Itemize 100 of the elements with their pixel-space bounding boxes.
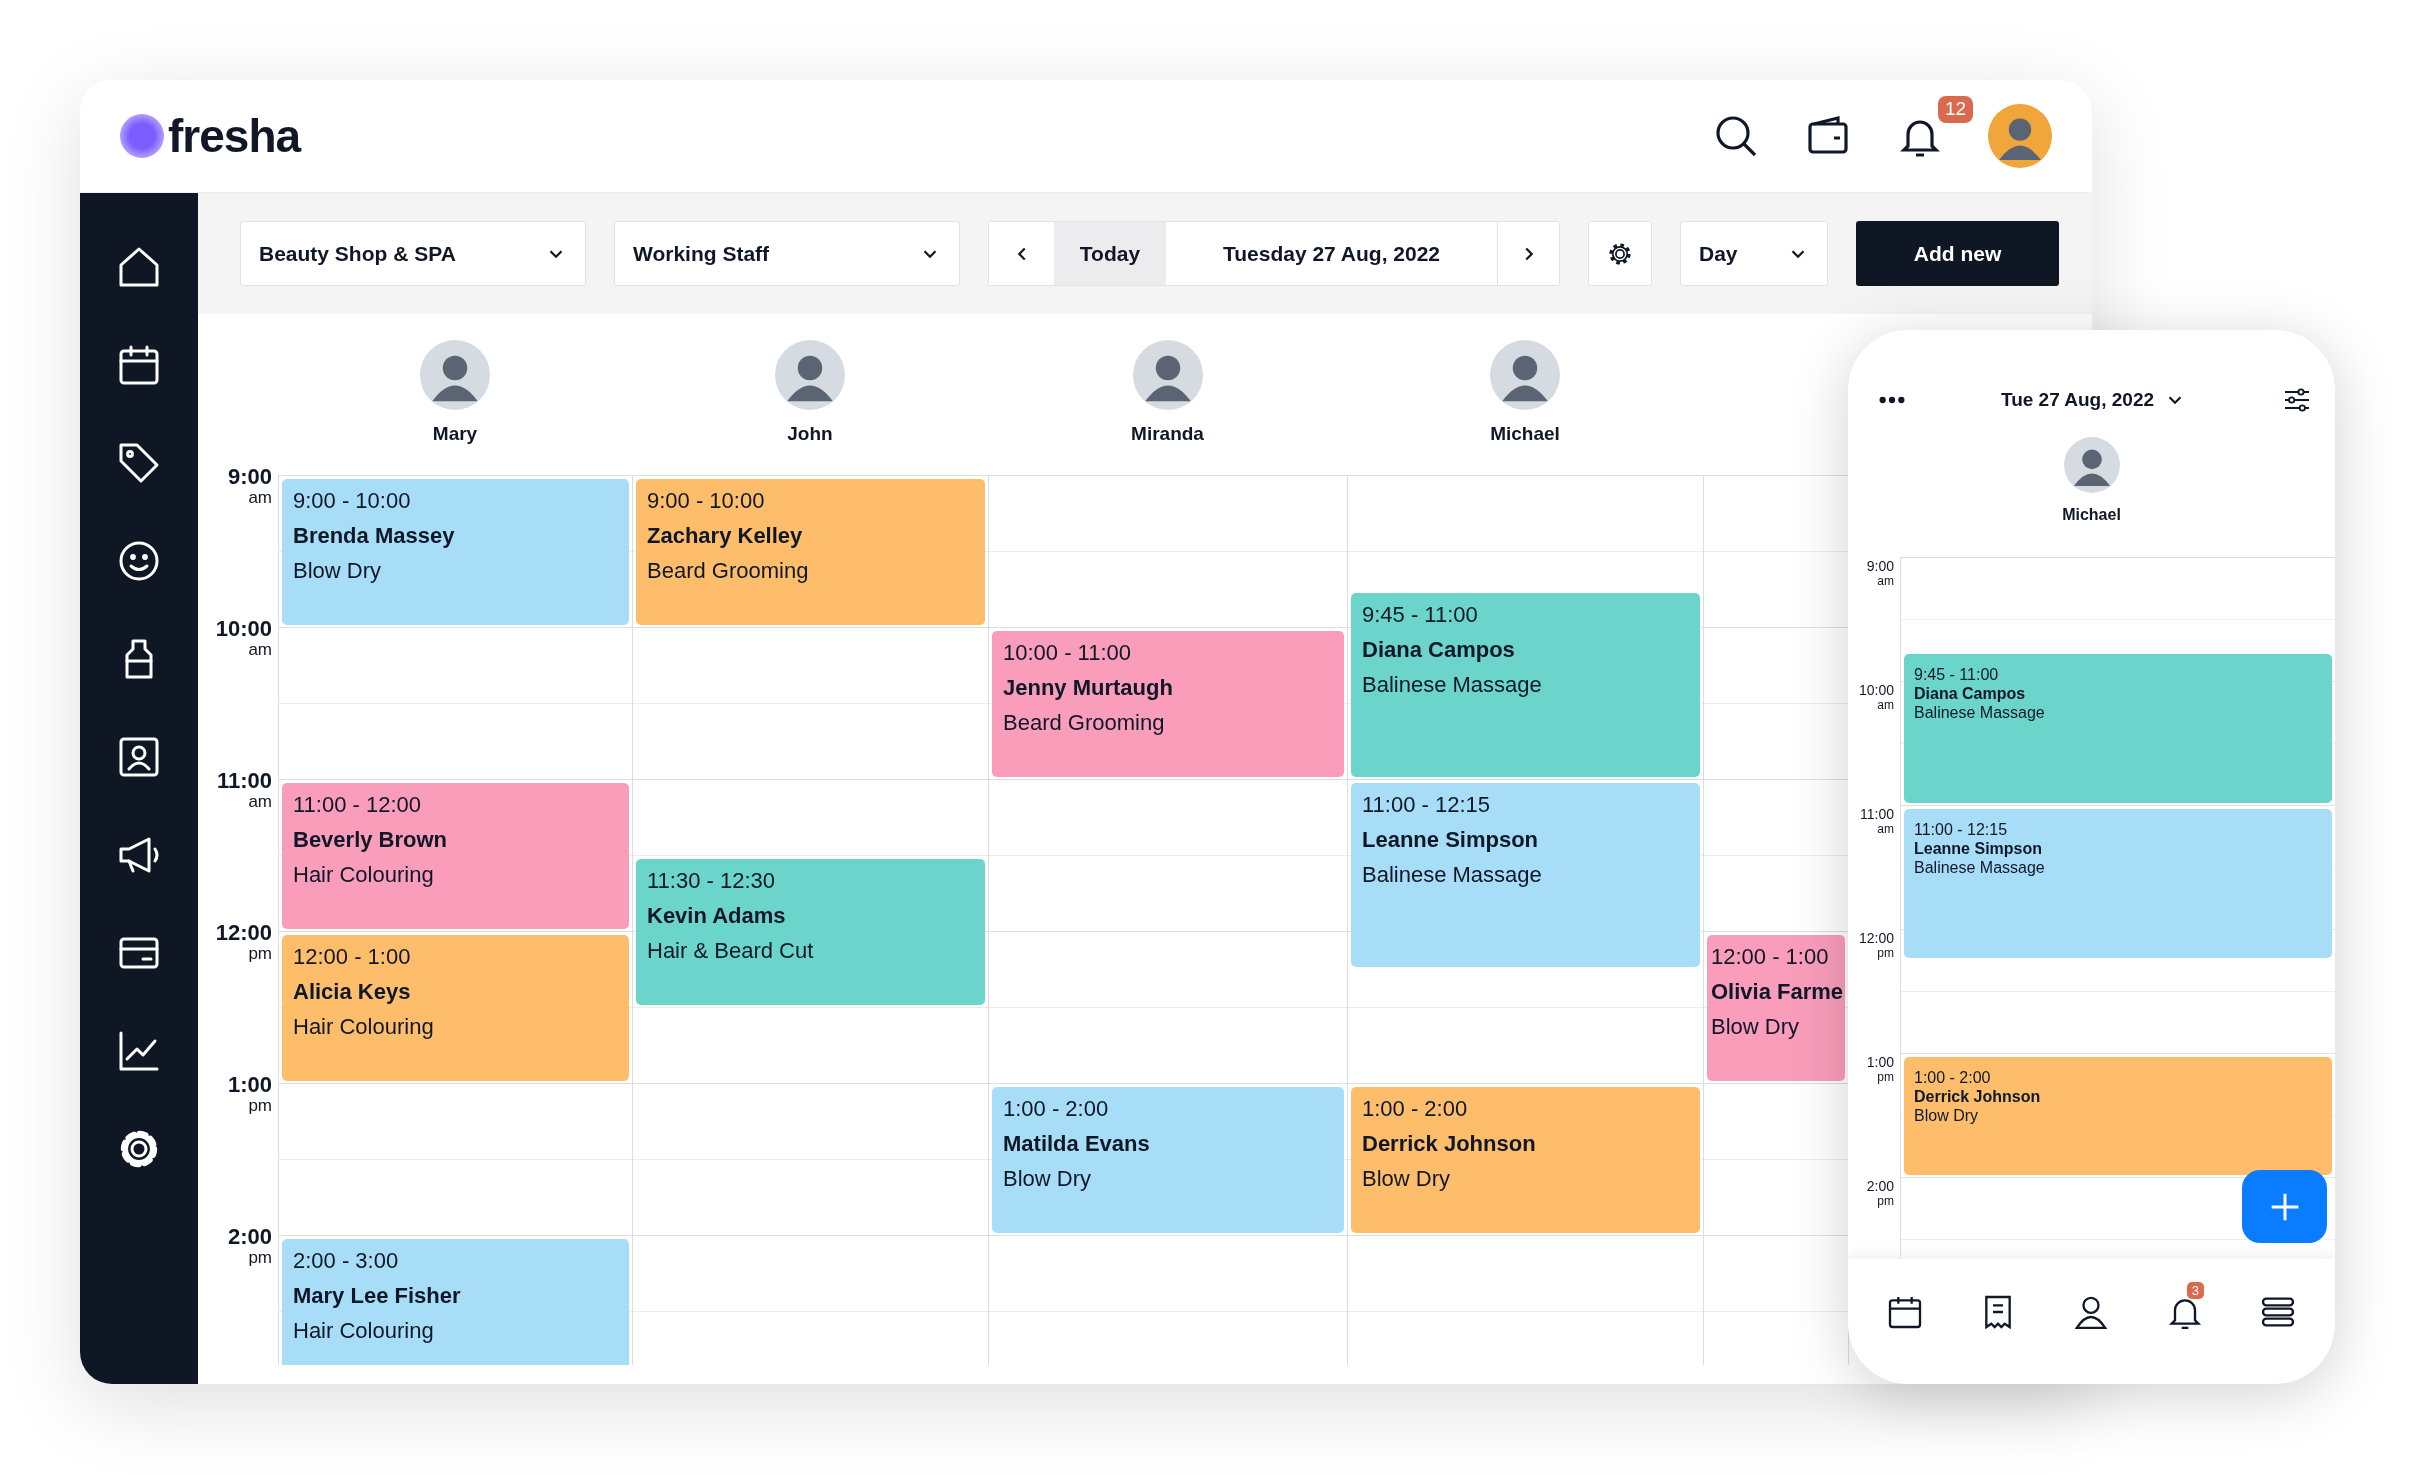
appointment-time: 12:00 - 1:00 xyxy=(293,945,412,968)
appointment-time: 9:00 - 10:00 xyxy=(647,489,766,512)
client-name: Brenda Massey xyxy=(293,524,456,547)
appointment-card[interactable]: 1:00 - 2:00 Derrick Johnson Blow Dry xyxy=(1351,1087,1700,1233)
service-name: Blow Dry xyxy=(1914,1107,1979,1124)
view-dropdown[interactable]: Day xyxy=(1680,221,1828,286)
service-name: Blow Dry xyxy=(1362,1167,1451,1190)
period-label: am xyxy=(248,641,272,658)
user-avatar[interactable] xyxy=(1988,104,2052,168)
client-name: Jenny Murtaugh xyxy=(1003,676,1174,699)
period-label: am xyxy=(1877,575,1894,587)
service-name: Blow Dry xyxy=(293,559,382,582)
staff-avatar xyxy=(1132,340,1203,410)
appointment-card[interactable]: 11:00 - 12:15 Leanne Simpson Balinese Massage xyxy=(1904,809,2332,958)
appointment-time: 1:00 - 2:00 xyxy=(1914,1069,1992,1086)
appointment-card[interactable]: 12:00 - 1:00 Olivia Farme Blow Dry xyxy=(1707,935,1845,1081)
service-name: Hair Colouring xyxy=(293,1015,435,1038)
appointment-time: 9:00 - 10:00 xyxy=(293,489,412,512)
client-name: Leanne Simpson xyxy=(1362,828,1540,851)
appointment-card[interactable]: 10:00 - 11:00 Jenny Murtaugh Beard Grooming xyxy=(992,631,1344,777)
service-name: Hair & Beard Cut xyxy=(647,939,815,962)
location-dropdown[interactable]: Beauty Shop & SPA xyxy=(240,221,586,286)
appointment-time: 9:45 - 11:00 xyxy=(1914,666,2000,683)
client-name: Matilda Evans xyxy=(1003,1132,1151,1155)
client-name: Diana Campos xyxy=(1362,638,1516,661)
appointment-card[interactable]: 9:45 - 11:00 Diana Campos Balinese Massage xyxy=(1904,654,2332,803)
staff-name: John xyxy=(787,422,833,446)
service-name: Balinese Massage xyxy=(1914,704,2046,721)
client-name: Leanne Simpson xyxy=(1914,840,2044,857)
staff-avatar xyxy=(2063,437,2120,493)
appointment-time: 9:45 - 11:00 xyxy=(1362,603,1479,626)
period-label: am xyxy=(1877,823,1894,835)
appointment-time: 11:00 - 12:00 xyxy=(293,793,423,816)
staff-avatar xyxy=(420,340,490,410)
notification-badge: 12 xyxy=(1938,96,1974,123)
appointment-card[interactable]: 9:00 - 10:00 Brenda Massey Blow Dry xyxy=(282,479,629,625)
appointment-time: 11:30 - 12:30 xyxy=(647,869,777,892)
appointment-card[interactable]: 1:00 - 2:00 Derrick Johnson Blow Dry xyxy=(1904,1057,2332,1175)
appointment-card[interactable]: 11:00 - 12:15 Leanne Simpson Balinese Massage xyxy=(1351,783,1700,967)
logo-icon xyxy=(120,114,164,158)
add-new-button[interactable]: Add new xyxy=(1856,221,2059,286)
service-name: Balinese Massage xyxy=(1362,673,1543,696)
appointment-card[interactable]: 9:00 - 10:00 Zachary Kelley Beard Grooming xyxy=(636,479,985,625)
period-label: am xyxy=(1877,699,1894,711)
hour-label: 1:00 xyxy=(227,1074,272,1096)
settings-button[interactable] xyxy=(1588,221,1652,286)
service-name: Balinese Massage xyxy=(1362,863,1543,886)
period-label: pm xyxy=(248,945,272,962)
client-name: Mary Lee Fisher xyxy=(293,1284,462,1307)
client-name: Olivia Farme xyxy=(1711,980,1841,1003)
client-name: Alicia Keys xyxy=(293,980,412,1003)
client-name: Beverly Brown xyxy=(293,828,449,851)
period-label: am xyxy=(248,489,272,506)
staff-name: Miranda xyxy=(1131,422,1204,446)
period-label: pm xyxy=(1877,1195,1894,1207)
logo-text: fresha xyxy=(168,108,301,164)
period-label: pm xyxy=(248,1097,272,1114)
hour-label: 12:00 xyxy=(215,922,272,944)
client-name: Kevin Adams xyxy=(647,904,787,927)
staff-avatar xyxy=(1490,340,1560,410)
hour-label: 11:00 xyxy=(1860,807,1894,821)
hour-label: 1:00 xyxy=(1866,1055,1894,1069)
add-button[interactable] xyxy=(2242,1170,2327,1243)
appointment-time: 1:00 - 2:00 xyxy=(1003,1097,1110,1120)
appointment-card[interactable]: 11:30 - 12:30 Kevin Adams Hair & Beard Cut xyxy=(636,859,985,1005)
appointment-card[interactable]: 12:00 - 1:00 Alicia Keys Hair Colouring xyxy=(282,935,629,1081)
hour-label: 10:00 xyxy=(1858,683,1894,697)
hour-label: 2:00 xyxy=(1866,1179,1894,1193)
service-name: Hair Colouring xyxy=(293,863,435,886)
hour-label: 2:00 xyxy=(227,1226,272,1248)
hour-label: 10:00 xyxy=(215,618,272,640)
appointment-time: 11:00 - 12:15 xyxy=(1362,793,1492,816)
service-name: Balinese Massage xyxy=(1914,859,2046,876)
client-name: Zachary Kelley xyxy=(647,524,804,547)
client-name: Derrick Johnson xyxy=(1362,1132,1537,1155)
appointment-time: 11:00 - 12:15 xyxy=(1914,821,2009,838)
staff-dropdown[interactable]: Working Staff xyxy=(614,221,960,286)
today-button[interactable]: Today xyxy=(1054,222,1166,285)
service-name: Blow Dry xyxy=(1003,1167,1092,1190)
service-name: Beard Grooming xyxy=(647,559,810,582)
client-name: Derrick Johnson xyxy=(1914,1088,2042,1105)
appointment-card[interactable]: 11:00 - 12:00 Beverly Brown Hair Colouring xyxy=(282,783,629,929)
service-name: Beard Grooming xyxy=(1003,711,1166,734)
hour-label: 11:00 xyxy=(216,770,272,792)
period-label: pm xyxy=(1877,947,1894,959)
appointment-card[interactable]: 1:00 - 2:00 Matilda Evans Blow Dry xyxy=(992,1087,1344,1233)
period-label: am xyxy=(248,793,272,810)
notification-badge: 3 xyxy=(2186,1281,2205,1300)
service-name: Blow Dry xyxy=(1711,1015,1800,1038)
period-label: pm xyxy=(1877,1071,1894,1083)
appointment-time: 1:00 - 2:00 xyxy=(1362,1097,1469,1120)
appointment-card[interactable]: 9:45 - 11:00 Diana Campos Balinese Massage xyxy=(1351,593,1700,777)
staff-avatar xyxy=(775,340,845,410)
appointment-time: 10:00 - 11:00 xyxy=(1003,641,1133,664)
appointment-time: 2:00 - 3:00 xyxy=(293,1249,400,1272)
date-picker[interactable]: Tue 27 Aug, 2022 xyxy=(2000,385,2187,415)
hour-label: 9:00 xyxy=(1866,559,1894,573)
period-label: pm xyxy=(248,1249,272,1266)
appointment-card[interactable]: 2:00 - 3:00 Mary Lee Fisher Hair Colouring xyxy=(282,1239,629,1365)
staff-name: Mary xyxy=(432,422,478,446)
